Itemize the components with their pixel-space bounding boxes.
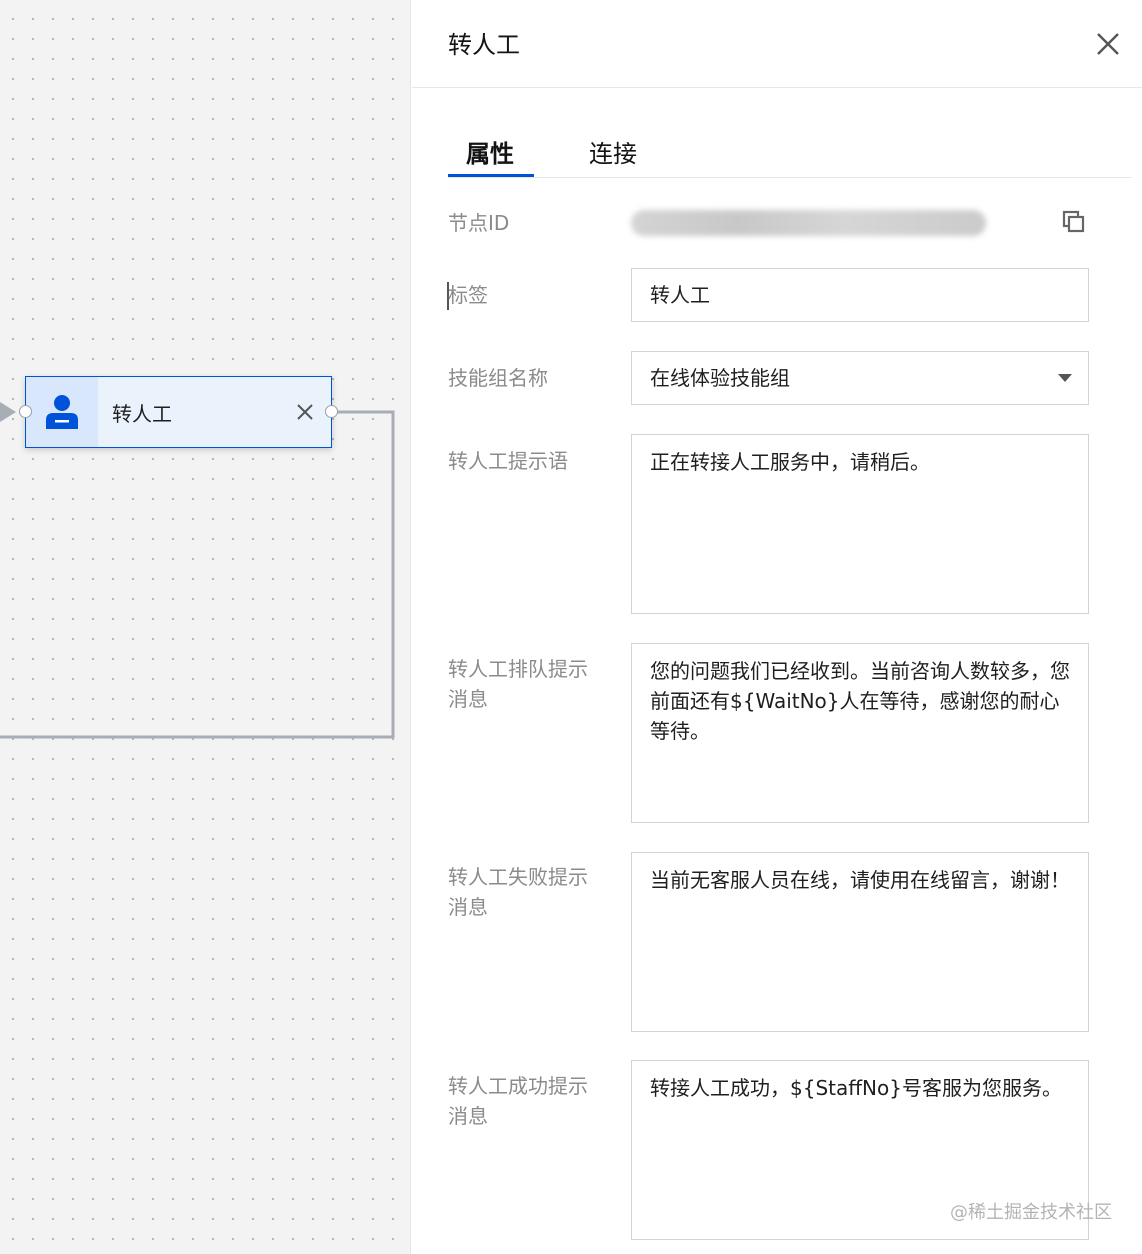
- queue-message-label: 转人工排队提示消息: [448, 657, 588, 711]
- node-input-port[interactable]: [19, 405, 32, 418]
- panel-tabs: 属性 连接: [448, 128, 1132, 178]
- close-icon: [1097, 33, 1119, 55]
- person-icon: [46, 395, 78, 429]
- node-id-value-redacted: [631, 210, 986, 236]
- copy-icon: [1062, 210, 1085, 233]
- node-icon-box: [26, 377, 98, 447]
- node-output-port[interactable]: [325, 405, 338, 418]
- queue-message-textarea[interactable]: 您的问题我们已经收到。当前咨询人数较多，您前面还有${WaitNo}人在等待，感…: [631, 643, 1089, 823]
- node-connector-line: [0, 410, 395, 739]
- fail-message-textarea[interactable]: 当前无客服人员在线，请使用在线留言，谢谢！: [631, 852, 1089, 1032]
- tab-connections[interactable]: 连接: [589, 134, 637, 169]
- panel-header: 转人工: [412, 0, 1142, 88]
- watermark: @稀土掘金技术社区: [950, 1202, 1112, 1223]
- tag-input[interactable]: 转人工: [631, 268, 1089, 322]
- caret-down-icon: [1058, 374, 1072, 382]
- node-delete-button[interactable]: [287, 394, 323, 430]
- close-icon: [297, 404, 313, 420]
- success-message-label: 转人工成功提示消息: [448, 1074, 588, 1128]
- flow-canvas[interactable]: 转人工: [0, 0, 411, 1254]
- prompt-textarea[interactable]: 正在转接人工服务中，请稍后。: [631, 434, 1089, 614]
- incoming-arrow: [0, 402, 16, 422]
- panel-close-button[interactable]: [1092, 28, 1124, 60]
- properties-panel: 转人工 属性 连接 节点ID 标签 转人工 技能组名称 在线体验技能组 转人工提…: [412, 0, 1142, 1254]
- skill-group-selected-value: 在线体验技能组: [650, 366, 790, 390]
- flow-node-transfer[interactable]: 转人工: [25, 376, 332, 448]
- active-tab-indicator: [448, 174, 534, 177]
- panel-title: 转人工: [448, 31, 520, 59]
- tag-label: 标签: [448, 283, 488, 307]
- skill-group-label: 技能组名称: [448, 366, 548, 390]
- node-id-label: 节点ID: [448, 211, 510, 235]
- node-title: 转人工: [112, 401, 172, 426]
- skill-group-select[interactable]: 在线体验技能组: [631, 351, 1089, 405]
- copy-node-id-button[interactable]: [1062, 210, 1086, 234]
- tab-properties[interactable]: 属性: [466, 134, 514, 169]
- fail-message-label: 转人工失败提示消息: [448, 865, 588, 919]
- prompt-label: 转人工提示语: [448, 449, 568, 473]
